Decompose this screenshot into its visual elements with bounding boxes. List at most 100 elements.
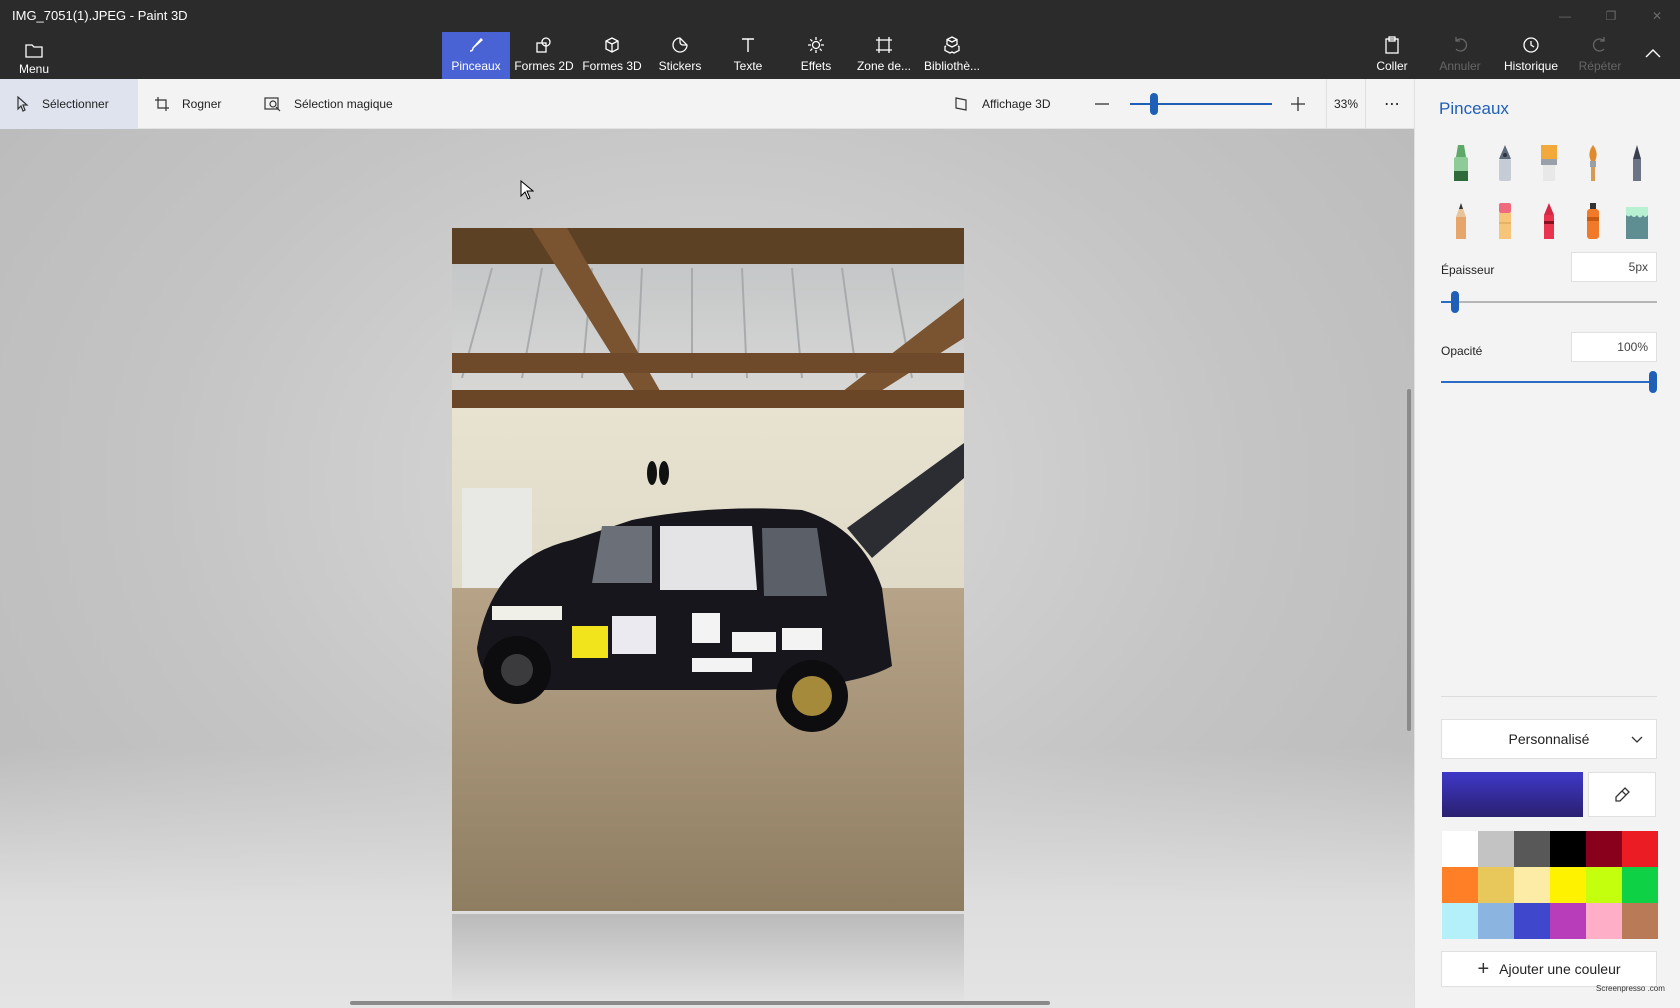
zoom-percentage[interactable]: 33% bbox=[1326, 79, 1366, 129]
divider bbox=[1441, 696, 1657, 697]
brush-grid bbox=[1439, 141, 1659, 243]
paste-label: Coller bbox=[1376, 59, 1408, 73]
add-color-label: Ajouter une couleur bbox=[1499, 961, 1621, 977]
tool-stickers[interactable]: Stickers bbox=[648, 32, 712, 79]
tool-effets[interactable]: Effets bbox=[784, 32, 848, 79]
window-controls: — ❐ ✕ bbox=[1542, 0, 1680, 32]
pencil-icon[interactable] bbox=[1439, 199, 1483, 243]
vertical-scrollbar[interactable] bbox=[1407, 389, 1411, 731]
color-mode-dropdown[interactable]: Personnalisé bbox=[1441, 719, 1657, 759]
select-label: Sélectionner bbox=[42, 97, 109, 111]
magic-select-label: Sélection magique bbox=[294, 97, 393, 111]
menu-label: Menu bbox=[18, 62, 50, 76]
more-options-icon[interactable]: ⋯ bbox=[1384, 79, 1401, 129]
color-swatch[interactable] bbox=[1622, 867, 1658, 903]
opacity-slider-thumb[interactable] bbox=[1649, 371, 1657, 393]
color-swatch[interactable] bbox=[1478, 867, 1514, 903]
thickness-label: Épaisseur bbox=[1441, 263, 1495, 277]
thickness-slider[interactable] bbox=[1441, 291, 1657, 313]
canvas-image[interactable] bbox=[452, 228, 964, 911]
eyedropper-icon bbox=[1615, 786, 1630, 802]
opacity-input[interactable]: 100% bbox=[1571, 332, 1657, 362]
color-swatch[interactable] bbox=[1586, 903, 1622, 939]
eyedropper-button[interactable] bbox=[1588, 772, 1656, 817]
spray-can-icon[interactable] bbox=[1571, 199, 1615, 243]
color-swatch[interactable] bbox=[1442, 867, 1478, 903]
thickness-input[interactable]: 5px bbox=[1571, 252, 1657, 282]
view-3d-button[interactable]: Affichage 3D bbox=[954, 79, 1051, 129]
eraser-icon[interactable] bbox=[1483, 199, 1527, 243]
redo-label: Répéter bbox=[1578, 59, 1622, 73]
canvas-area[interactable] bbox=[0, 129, 1414, 1008]
crop-button[interactable]: Rogner bbox=[154, 79, 221, 129]
crop-label: Rogner bbox=[182, 97, 222, 111]
color-swatch[interactable] bbox=[1514, 903, 1550, 939]
zoom-slider-thumb[interactable] bbox=[1150, 93, 1158, 115]
marker-icon[interactable] bbox=[1439, 141, 1483, 185]
redo-button[interactable]: Répéter bbox=[1568, 32, 1632, 79]
opacity-slider[interactable] bbox=[1441, 371, 1657, 393]
color-swatch[interactable] bbox=[1514, 867, 1550, 903]
tool-pinceaux[interactable]: Pinceaux bbox=[442, 32, 510, 79]
color-swatch[interactable] bbox=[1478, 831, 1514, 867]
calligraphy-pen-icon[interactable] bbox=[1483, 141, 1527, 185]
select-button[interactable]: Sélectionner bbox=[0, 79, 138, 129]
magic-select-button[interactable]: Sélection magique bbox=[264, 79, 393, 129]
color-swatch[interactable] bbox=[1550, 867, 1586, 903]
text-icon bbox=[738, 35, 758, 55]
watercolor-icon[interactable] bbox=[1571, 141, 1615, 185]
add-color-button[interactable]: + Ajouter une couleur bbox=[1441, 951, 1657, 987]
minimize-icon[interactable]: — bbox=[1542, 0, 1588, 32]
tool-formes-3d[interactable]: Formes 3D bbox=[580, 32, 644, 79]
zoom-in-button[interactable] bbox=[1290, 79, 1318, 129]
tool-bibliotheque[interactable]: Bibliothè... bbox=[920, 32, 984, 79]
library-icon bbox=[942, 35, 962, 55]
plus-icon: + bbox=[1477, 957, 1490, 980]
color-swatch[interactable] bbox=[1622, 831, 1658, 867]
brush-icon bbox=[466, 35, 486, 55]
magic-select-icon bbox=[264, 97, 281, 112]
opacity-label: Opacité bbox=[1441, 344, 1483, 358]
undo-button[interactable]: Annuler bbox=[1428, 32, 1492, 79]
color-swatch[interactable] bbox=[1622, 903, 1658, 939]
thickness-slider-thumb[interactable] bbox=[1451, 291, 1459, 313]
tool-label: Bibliothè... bbox=[923, 59, 981, 73]
cube-icon bbox=[602, 35, 622, 55]
canvas-icon bbox=[874, 35, 894, 55]
close-icon[interactable]: ✕ bbox=[1634, 0, 1680, 32]
color-swatch[interactable] bbox=[1478, 903, 1514, 939]
color-palette bbox=[1442, 831, 1658, 939]
maximize-icon[interactable]: ❐ bbox=[1588, 0, 1634, 32]
color-swatch[interactable] bbox=[1586, 867, 1622, 903]
oil-brush-icon[interactable] bbox=[1527, 141, 1571, 185]
color-swatch[interactable] bbox=[1586, 831, 1622, 867]
zoom-out-button[interactable] bbox=[1094, 79, 1122, 129]
tool-formes-2d[interactable]: Formes 2D bbox=[512, 32, 576, 79]
crayon-icon[interactable] bbox=[1527, 199, 1571, 243]
color-swatch[interactable] bbox=[1550, 903, 1586, 939]
history-button[interactable]: Historique bbox=[1496, 32, 1566, 79]
zoom-slider[interactable] bbox=[1130, 79, 1272, 129]
pixel-pen-icon[interactable] bbox=[1615, 141, 1659, 185]
collapse-toolbar-icon[interactable] bbox=[1644, 46, 1662, 64]
history-icon bbox=[1521, 35, 1541, 55]
color-swatch[interactable] bbox=[1514, 831, 1550, 867]
paste-button[interactable]: Coller bbox=[1360, 32, 1424, 79]
current-color-swatch[interactable] bbox=[1442, 772, 1583, 817]
color-swatch[interactable] bbox=[1550, 831, 1586, 867]
tool-zone-de-dessin[interactable]: Zone de... bbox=[852, 32, 916, 79]
color-swatch[interactable] bbox=[1442, 903, 1478, 939]
horizontal-scrollbar[interactable] bbox=[350, 1001, 1050, 1005]
fill-bucket-icon[interactable] bbox=[1615, 199, 1659, 243]
tool-texte[interactable]: Texte bbox=[716, 32, 780, 79]
plus-icon bbox=[1291, 97, 1305, 111]
brushes-panel: Pinceaux Épaisseur 5px Opacité 100% Pers… bbox=[1414, 79, 1680, 1008]
undo-icon bbox=[1450, 35, 1470, 55]
undo-label: Annuler bbox=[1439, 59, 1481, 73]
car-photo bbox=[452, 228, 964, 911]
color-swatch[interactable] bbox=[1442, 831, 1478, 867]
tool-label: Formes 3D bbox=[582, 59, 642, 73]
clipboard-icon bbox=[1382, 35, 1402, 55]
menu-button[interactable]: Menu bbox=[10, 34, 58, 76]
view-3d-icon bbox=[955, 97, 967, 111]
